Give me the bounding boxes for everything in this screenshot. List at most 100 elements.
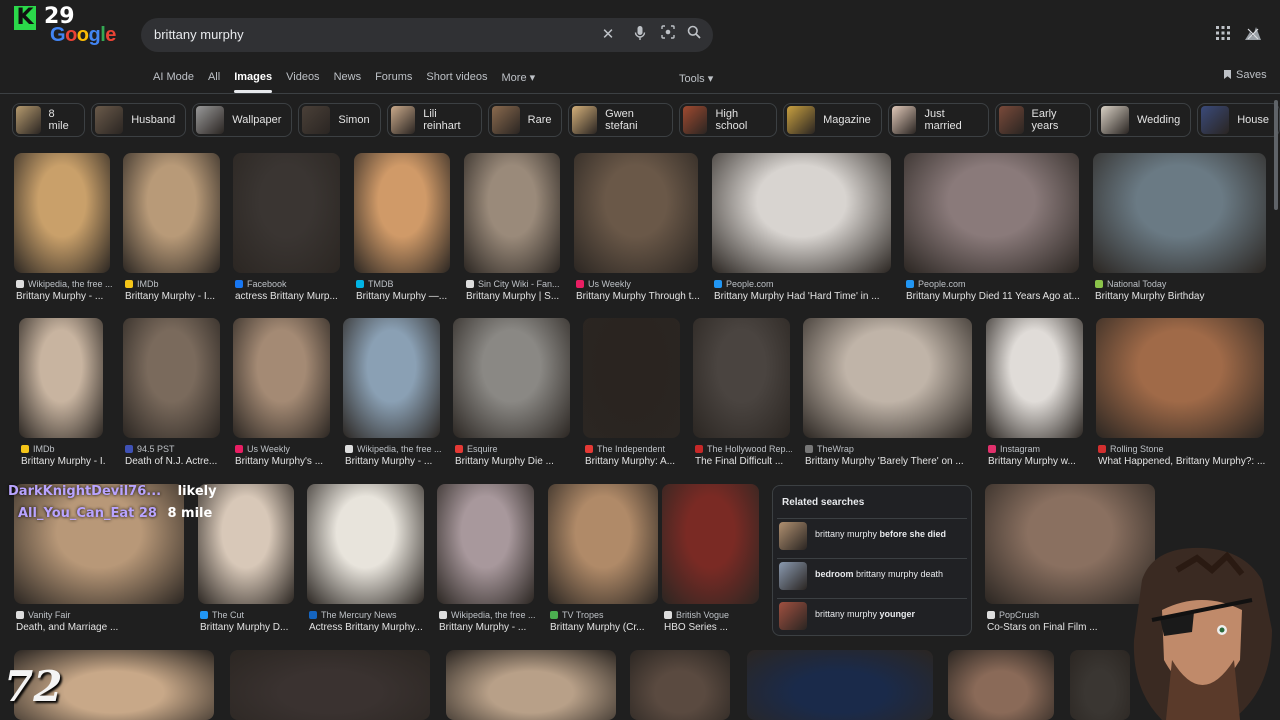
result-source[interactable]: The Mercury News bbox=[309, 610, 426, 620]
apps-icon[interactable] bbox=[1213, 26, 1233, 46]
chip-lili-reinhart[interactable]: Lili reinhart bbox=[386, 103, 482, 137]
result-thumbnail[interactable] bbox=[14, 153, 110, 273]
result-thumbnail[interactable] bbox=[803, 318, 972, 438]
result-title[interactable]: Brittany Murphy - I... bbox=[125, 291, 222, 302]
result-title[interactable]: Brittany Murphy - ... bbox=[345, 456, 442, 467]
chip-house[interactable]: House bbox=[1197, 103, 1280, 137]
result-thumbnail[interactable] bbox=[747, 650, 933, 720]
result-title[interactable]: Brittany Murphy: A... bbox=[585, 456, 682, 467]
chip-early-years[interactable]: Early years bbox=[994, 103, 1091, 137]
result-thumbnail[interactable] bbox=[123, 153, 220, 273]
chip-gwen-stefani[interactable]: Gwen stefani bbox=[568, 103, 673, 137]
result-title[interactable]: Death, and Marriage ... bbox=[16, 622, 186, 633]
result-thumbnail[interactable] bbox=[343, 318, 440, 438]
search-input[interactable]: brittany murphy bbox=[154, 27, 244, 42]
chip-just-married[interactable]: Just married bbox=[887, 103, 989, 137]
result-title[interactable]: Brittany Murphy's ... bbox=[235, 456, 332, 467]
result-source[interactable]: Esquire bbox=[455, 444, 572, 454]
chip-rare[interactable]: Rare bbox=[487, 103, 563, 137]
search-box[interactable]: brittany murphy ✕ bbox=[141, 18, 713, 52]
result-title[interactable]: Actress Brittany Murphy... bbox=[309, 622, 426, 633]
result-source[interactable]: Sin City Wiki - Fan... bbox=[466, 279, 562, 289]
result-title[interactable]: Brittany Murphy Die ... bbox=[455, 456, 572, 467]
result-thumbnail[interactable] bbox=[583, 318, 680, 438]
result-source[interactable]: National Today bbox=[1095, 279, 1268, 289]
saves-button[interactable]: Saves bbox=[1224, 69, 1267, 81]
result-title[interactable]: Brittany Murphy Birthday bbox=[1095, 291, 1268, 302]
result-title[interactable]: What Happened, Brittany Murphy?: ... bbox=[1098, 456, 1266, 467]
result-source[interactable]: The Independent bbox=[585, 444, 682, 454]
tools-button[interactable]: Tools ▾ bbox=[679, 72, 713, 85]
chip-husband[interactable]: Husband bbox=[91, 103, 187, 137]
result-thumbnail[interactable] bbox=[662, 484, 759, 604]
result-thumbnail[interactable] bbox=[437, 484, 534, 604]
result-source[interactable]: Instagram bbox=[988, 444, 1085, 454]
result-thumbnail[interactable] bbox=[630, 650, 730, 720]
result-title[interactable]: Brittany Murphy (Cr... bbox=[550, 622, 660, 633]
result-title[interactable]: Brittany Murphy Had 'Hard Time' in ... bbox=[714, 291, 893, 302]
result-title[interactable]: Brittany Murphy | S... bbox=[466, 291, 562, 302]
result-source[interactable]: Rolling Stone bbox=[1098, 444, 1266, 454]
tab-more[interactable]: More ▾ bbox=[502, 71, 536, 93]
related-search-item[interactable]: brittany murphy before she died bbox=[777, 518, 967, 552]
result-thumbnail[interactable] bbox=[712, 153, 891, 273]
result-source[interactable]: The Cut bbox=[200, 610, 296, 620]
scrollbar[interactable] bbox=[1274, 100, 1278, 210]
result-source[interactable]: Us Weekly bbox=[576, 279, 700, 289]
result-thumbnail[interactable] bbox=[904, 153, 1079, 273]
result-source[interactable]: People.com bbox=[906, 279, 1081, 289]
result-title[interactable]: The Final Difficult ... bbox=[695, 456, 792, 467]
clear-icon[interactable]: ✕ bbox=[598, 25, 618, 45]
result-title[interactable]: Brittany Murphy Died 11 Years Ago at... bbox=[906, 291, 1081, 302]
result-source[interactable]: Us Weekly bbox=[235, 444, 332, 454]
result-title[interactable]: HBO Series ... bbox=[664, 622, 761, 633]
tab-news[interactable]: News bbox=[334, 71, 362, 93]
result-thumbnail[interactable] bbox=[19, 318, 103, 438]
result-thumbnail[interactable] bbox=[453, 318, 570, 438]
result-source[interactable]: IMDb bbox=[125, 279, 222, 289]
result-title[interactable]: Brittany Murphy - I... bbox=[21, 456, 105, 467]
related-search-item[interactable]: brittany murphy younger bbox=[777, 598, 967, 632]
result-thumbnail[interactable] bbox=[693, 318, 790, 438]
result-title[interactable]: Brittany Murphy Through t... bbox=[576, 291, 700, 302]
result-source[interactable]: TMDB bbox=[356, 279, 452, 289]
result-source[interactable]: Facebook bbox=[235, 279, 342, 289]
result-source[interactable]: IMDb bbox=[21, 444, 105, 454]
result-source[interactable]: TV Tropes bbox=[550, 610, 660, 620]
chip-high-school[interactable]: High school bbox=[678, 103, 778, 137]
chip-simon[interactable]: Simon bbox=[298, 103, 381, 137]
result-title[interactable]: actress Brittany Murp... bbox=[235, 291, 342, 302]
result-thumbnail[interactable] bbox=[233, 318, 330, 438]
result-title[interactable]: Brittany Murphy w... bbox=[988, 456, 1085, 467]
google-logo[interactable]: K 29 Google bbox=[12, 4, 122, 48]
result-source[interactable]: TheWrap bbox=[805, 444, 974, 454]
result-thumbnail[interactable] bbox=[354, 153, 450, 273]
result-source[interactable]: Vanity Fair bbox=[16, 610, 186, 620]
tab-images[interactable]: Images bbox=[234, 71, 272, 93]
result-thumbnail[interactable] bbox=[574, 153, 698, 273]
result-thumbnail[interactable] bbox=[1093, 153, 1266, 273]
related-search-item[interactable]: bedroom brittany murphy death bbox=[777, 558, 967, 592]
result-title[interactable]: Brittany Murphy - ... bbox=[439, 622, 536, 633]
chip-magazine[interactable]: Magazine bbox=[783, 103, 882, 137]
chip-wallpaper[interactable]: Wallpaper bbox=[192, 103, 293, 137]
account-avatar-icon[interactable] bbox=[1243, 24, 1263, 44]
result-source[interactable]: Wikipedia, the free ... bbox=[345, 444, 442, 454]
result-title[interactable]: Brittany Murphy —... bbox=[356, 291, 452, 302]
result-title[interactable]: Brittany Murphy D... bbox=[200, 622, 296, 633]
lens-icon[interactable] bbox=[658, 25, 678, 45]
result-thumbnail[interactable] bbox=[233, 153, 340, 273]
result-thumbnail[interactable] bbox=[948, 650, 1054, 720]
chip-wedding[interactable]: Wedding bbox=[1096, 103, 1192, 137]
result-title[interactable]: Brittany Murphy 'Barely There' on ... bbox=[805, 456, 974, 467]
result-thumbnail[interactable] bbox=[230, 650, 430, 720]
result-source[interactable]: People.com bbox=[714, 279, 893, 289]
result-thumbnail[interactable] bbox=[1096, 318, 1264, 438]
result-thumbnail[interactable] bbox=[123, 318, 220, 438]
result-source[interactable]: Wikipedia, the free ... bbox=[439, 610, 536, 620]
microphone-icon[interactable] bbox=[630, 25, 650, 45]
result-title[interactable]: Brittany Murphy - ... bbox=[16, 291, 112, 302]
tab-all[interactable]: All bbox=[208, 71, 220, 93]
result-thumbnail[interactable] bbox=[464, 153, 560, 273]
result-thumbnail[interactable] bbox=[446, 650, 616, 720]
